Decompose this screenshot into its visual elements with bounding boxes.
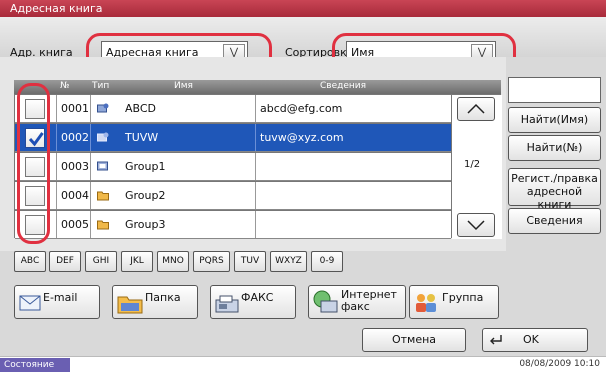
email-address-icon [97,132,109,146]
status-bar [0,356,606,372]
find-by-name-button[interactable]: Найти(Имя) [508,107,601,133]
letter-tab-mno[interactable]: MNO [157,251,189,272]
email-address-icon [97,103,109,117]
window-title: Адресная книга [10,2,103,15]
letter-tab-ghi[interactable]: GHI [85,251,117,272]
row-name: Group1 [125,160,166,173]
group-type-button[interactable]: Группа [409,285,499,319]
status-button[interactable]: Состояние [0,358,70,372]
table-row[interactable]: 0003 Group1 [15,153,451,181]
title-bar: Адресная книга [0,0,606,17]
folder-icon [97,219,109,233]
table-row[interactable]: 0002 TUVW tuvw@xyz.com [15,124,451,152]
table-row[interactable]: 0001 ABCD abcd@efg.com [15,95,451,123]
fax-icon [215,295,239,313]
group-type-label: Группа [442,291,484,304]
header-type: Тип [92,81,110,91]
header-details: Сведения [320,81,367,91]
ok-label: OK [523,333,539,346]
letter-tab-wxyz[interactable]: WXYZ [270,251,307,272]
group-icon [97,161,109,175]
letter-tab-pqrs[interactable]: PQRS [193,251,230,272]
header-no: № [60,81,70,91]
fax-type-button[interactable]: ФАКС [210,285,296,319]
cancel-button[interactable]: Отмена [362,328,466,352]
row-no: 0002 [61,131,89,144]
row-no: 0005 [61,218,89,231]
letter-tab-0-9[interactable]: 0-9 [311,251,343,272]
folder-type-button[interactable]: Папка [112,285,198,319]
row-no: 0001 [61,102,89,115]
letter-tab-tuv[interactable]: TUV [234,251,266,272]
letter-tab-def[interactable]: DEF [49,251,81,272]
address-table: 0001 ABCD abcd@efg.com 0002 TUVW tuvw@xy… [14,94,502,239]
email-type-button[interactable]: E-mail [14,285,100,319]
folder-icon [117,296,143,314]
letter-tab-abc[interactable]: ABC [14,251,46,272]
scroll-panel: 1/2 [452,95,502,239]
table-row[interactable]: 0004 Group2 [15,182,451,210]
table-header: № Тип Имя Сведения [14,80,501,94]
row-no: 0003 [61,160,89,173]
email-type-label: E-mail [43,291,78,304]
search-result-field [508,77,601,103]
chevron-down-icon [467,220,485,231]
row-name: Group3 [125,218,166,231]
chevron-up-icon [467,103,485,114]
group-icon [416,294,436,312]
header-name: Имя [174,81,193,91]
folder-icon [97,190,109,204]
row-no: 0004 [61,189,89,202]
page-indicator: 1/2 [464,159,481,170]
row-name: ABCD [125,102,157,115]
fax-type-label: ФАКС [241,291,274,304]
table-row[interactable]: 0005 Group3 [15,211,451,239]
row-details: tuvw@xyz.com [260,131,344,144]
internet-fax-type-label: Интернет факс [341,288,397,313]
details-button[interactable]: Сведения [508,208,601,234]
letter-tabs: ABC DEF GHI JKL MNO PQRS TUV WXYZ 0-9 [14,251,364,274]
envelope-icon [19,295,41,311]
status-datetime: 08/08/2009 10:10 [519,359,600,369]
internet-fax-icon [313,290,338,313]
enter-icon [490,335,502,345]
scroll-up-button[interactable] [457,97,495,121]
row-details: abcd@efg.com [260,102,343,115]
register-edit-button[interactable]: Регист./правка адресной книги [508,168,601,211]
internet-fax-type-button[interactable]: Интернет факс [308,285,406,319]
scroll-down-button[interactable] [457,213,495,237]
highlight-ring-checkboxes [17,83,50,244]
letter-tab-jkl[interactable]: JKL [121,251,153,272]
folder-type-label: Папка [145,291,181,304]
row-name: TUVW [125,131,159,144]
row-name: Group2 [125,189,166,202]
find-by-number-button[interactable]: Найти(№) [508,135,601,161]
ok-button[interactable]: OK [482,328,588,352]
